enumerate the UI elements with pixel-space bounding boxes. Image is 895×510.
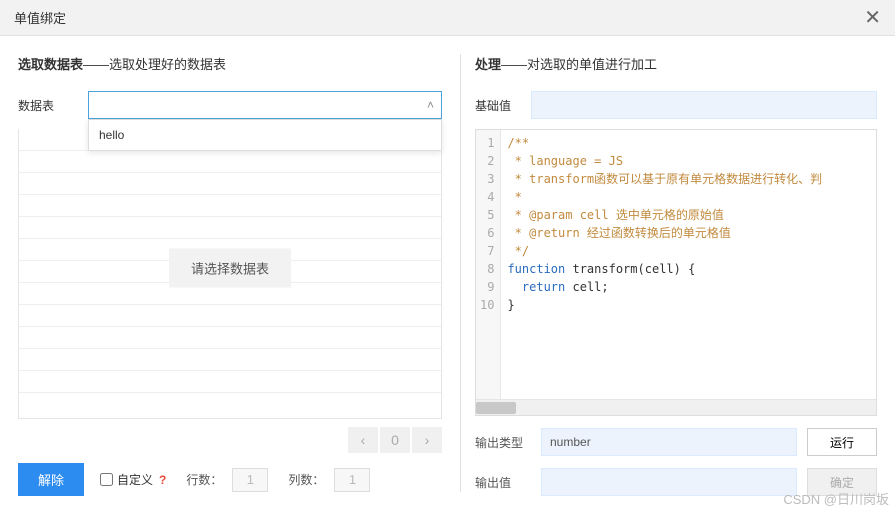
table-row — [19, 327, 441, 349]
rows-input — [232, 468, 268, 492]
pager-prev-button[interactable]: ‹ — [348, 427, 378, 453]
table-row — [19, 305, 441, 327]
output-type-row: 输出类型 number 运行 — [475, 428, 877, 456]
scrollbar-thumb[interactable] — [476, 402, 516, 414]
right-panel: 处理——对选取的单值进行加工 基础值 12345678910 /** * lan… — [461, 36, 895, 510]
dialog-title: 单值绑定 — [14, 8, 66, 27]
output-type-label: 输出类型 — [475, 434, 531, 451]
table-row — [19, 173, 441, 195]
pager: ‹ 0 › — [18, 427, 442, 453]
custom-checkbox-wrap[interactable]: 自定义 ? — [100, 471, 166, 488]
right-section-title: 处理——对选取的单值进行加工 — [475, 54, 877, 73]
datatable-row: 数据表 ˄ hello — [18, 91, 442, 119]
base-value-input[interactable] — [531, 91, 877, 119]
datatable-select[interactable]: ˄ hello — [88, 91, 442, 119]
dialog-header: 单值绑定 ✕ — [0, 0, 895, 36]
right-title-desc: ——对选取的单值进行加工 — [501, 57, 657, 72]
code-gutter: 12345678910 — [476, 130, 501, 399]
left-title-bold: 选取数据表 — [18, 57, 83, 72]
ok-button[interactable]: 确定 — [807, 468, 877, 496]
rows-label: 行数： — [186, 471, 222, 488]
dialog-body: 选取数据表——选取处理好的数据表 数据表 ˄ hello — [0, 36, 895, 510]
horizontal-scrollbar[interactable] — [476, 399, 876, 415]
cols-input — [334, 468, 370, 492]
right-title-bold: 处理 — [475, 57, 501, 72]
release-button[interactable]: 解除 — [18, 463, 84, 496]
custom-label: 自定义 — [117, 471, 153, 488]
base-value-label: 基础值 — [475, 97, 531, 114]
run-button[interactable]: 运行 — [807, 428, 877, 456]
datatable-dropdown: hello — [88, 119, 442, 151]
code-editor[interactable]: 12345678910 /** * language = JS * transf… — [475, 129, 877, 416]
table-row — [19, 217, 441, 239]
pager-page: 0 — [380, 427, 410, 453]
table-placeholder: 请选择数据表 — [169, 248, 291, 287]
left-section-title: 选取数据表——选取处理好的数据表 — [18, 54, 442, 73]
cols-label: 列数： — [288, 471, 324, 488]
custom-checkbox[interactable] — [100, 473, 113, 486]
datatable-label: 数据表 — [18, 97, 88, 114]
code-lines[interactable]: /** * language = JS * transform函数可以基于原有单… — [501, 130, 876, 399]
code-body[interactable]: 12345678910 /** * language = JS * transf… — [476, 130, 876, 399]
left-title-desc: ——选取处理好的数据表 — [83, 57, 226, 72]
help-icon[interactable]: ? — [159, 473, 166, 487]
output-type-value[interactable]: number — [541, 428, 797, 456]
base-value-row: 基础值 — [475, 91, 877, 119]
datatable-input[interactable] — [88, 91, 442, 119]
table-row — [19, 151, 441, 173]
output-value — [541, 468, 797, 496]
output-value-row: 输出值 确定 — [475, 468, 877, 496]
table-row — [19, 371, 441, 393]
close-icon[interactable]: ✕ — [864, 5, 881, 30]
pager-next-button[interactable]: › — [412, 427, 442, 453]
table-row — [19, 349, 441, 371]
table-area: 请选择数据表 — [18, 129, 442, 419]
table-row — [19, 195, 441, 217]
dropdown-item-hello[interactable]: hello — [89, 120, 441, 150]
output-value-label: 输出值 — [475, 474, 531, 491]
left-bottom-row: 解除 自定义 ? 行数： 列数： — [18, 463, 442, 496]
left-panel: 选取数据表——选取处理好的数据表 数据表 ˄ hello — [0, 36, 460, 510]
